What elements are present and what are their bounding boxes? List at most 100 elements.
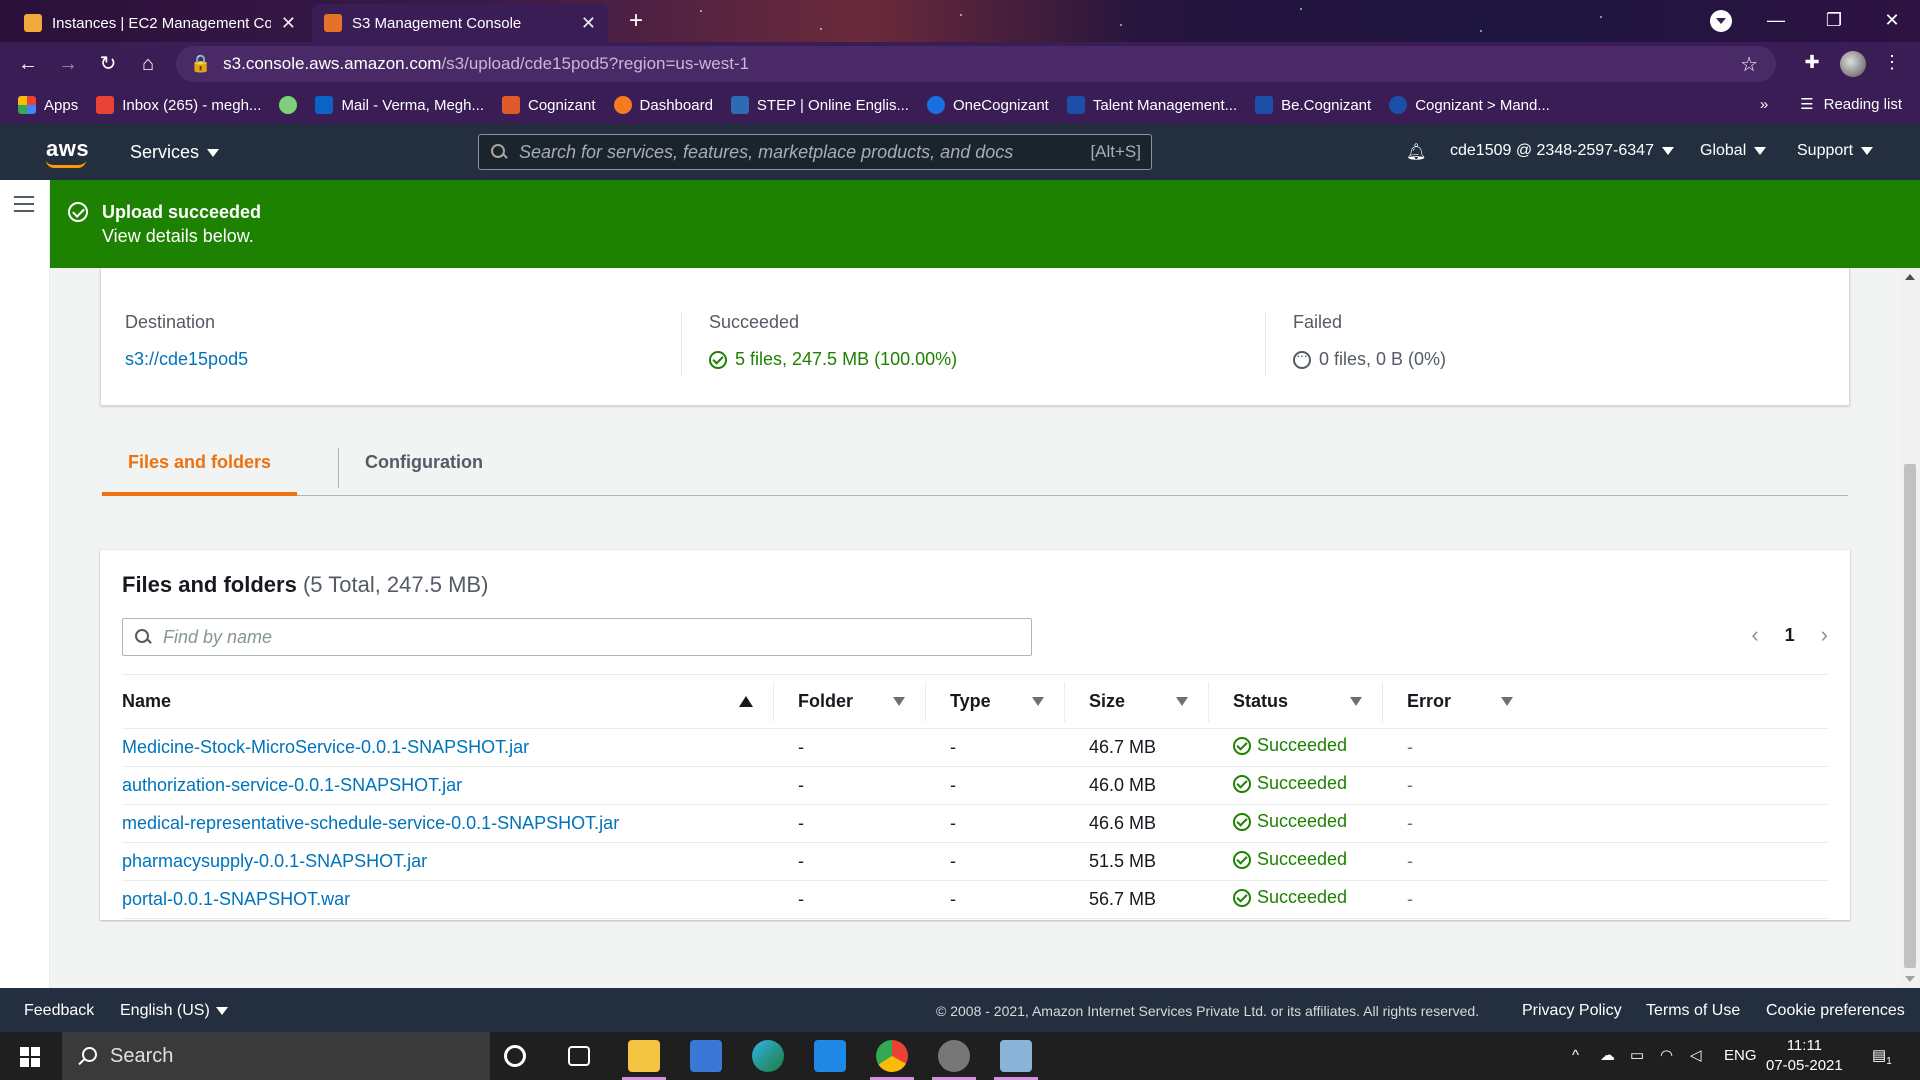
browser-tab-s3[interactable]: S3 Management Console ✕ <box>312 4 608 42</box>
table-row[interactable]: Medicine-Stock-MicroService-0.0.1-SNAPSH… <box>122 728 1828 767</box>
succeeded-column: Succeeded 5 files, 247.5 MB (100.00%) <box>709 312 957 370</box>
file-name-link[interactable]: Medicine-Stock-MicroService-0.0.1-SNAPSH… <box>122 737 529 757</box>
url-field[interactable]: 🔒 s3.console.aws.amazon.com/s3/upload/cd… <box>176 46 1776 82</box>
scroll-down-arrow-icon[interactable] <box>1905 976 1915 982</box>
bookmark-becognizant[interactable]: Be.Cognizant <box>1255 96 1371 114</box>
more-bookmarks-button[interactable]: » <box>1760 96 1768 113</box>
notifications-bell-icon[interactable]: 🔔︎ <box>1406 142 1426 162</box>
privacy-policy-link[interactable]: Privacy Policy <box>1522 1002 1622 1020</box>
reading-list-icon[interactable]: ☰ <box>1800 95 1813 113</box>
hamburger-menu-icon[interactable] <box>14 196 34 217</box>
column-header-folder[interactable]: Folder <box>774 674 926 729</box>
scroll-up-arrow-icon[interactable] <box>1905 274 1915 280</box>
bookmark-apps[interactable]: Apps <box>18 96 78 114</box>
windows-start-icon[interactable] <box>20 1047 40 1067</box>
system-clock[interactable]: 11:11 07-05-2021 <box>1766 1036 1843 1076</box>
cortana-icon[interactable] <box>504 1045 526 1067</box>
table-row[interactable]: portal-0.0.1-SNAPSHOT.war - -56.7 MB Succee… <box>122 880 1828 919</box>
minimize-button[interactable]: — <box>1756 6 1796 34</box>
aws-logo[interactable]: aws <box>46 136 89 168</box>
battery-icon[interactable]: ▭ <box>1630 1032 1644 1080</box>
taskbar-search-box[interactable]: Search <box>62 1032 490 1080</box>
language-selector[interactable]: English (US) <box>120 1002 228 1020</box>
store-icon[interactable] <box>690 1040 722 1072</box>
close-tab-icon[interactable]: ✕ <box>581 13 596 34</box>
mail-icon[interactable] <box>814 1040 846 1072</box>
home-icon[interactable]: ⌂ <box>134 50 162 78</box>
file-name-link[interactable]: portal-0.0.1-SNAPSHOT.war <box>122 889 350 909</box>
browser-tab-ec2[interactable]: Instances | EC2 Management Con ✕ <box>12 4 308 42</box>
back-arrow-icon[interactable]: ← <box>14 50 42 78</box>
chrome-menu-icon[interactable]: ⋮ <box>1880 52 1904 76</box>
bookmark-cognizant[interactable]: Cognizant <box>501 96 596 114</box>
aws-search-input[interactable]: Search for services, features, marketpla… <box>478 134 1152 170</box>
bookmark-mand[interactable]: Cognizant > Mand... <box>1389 96 1550 114</box>
restore-button[interactable]: ❐ <box>1814 6 1854 34</box>
column-header-name[interactable]: Name <box>122 674 774 729</box>
bookmark-step[interactable]: STEP | Online Englis... <box>730 96 909 114</box>
task-view-icon[interactable] <box>568 1046 590 1066</box>
new-tab-button[interactable]: + <box>622 8 650 36</box>
bookmark-talent[interactable]: Talent Management... <box>1066 96 1237 114</box>
volume-icon[interactable]: ◁ <box>1690 1032 1702 1080</box>
close-window-button[interactable]: ✕ <box>1872 6 1912 34</box>
show-hidden-icons-chevron-icon[interactable]: ^ <box>1572 1032 1579 1080</box>
bookmark-outlook[interactable]: Mail - Verma, Megh... <box>315 96 484 114</box>
tab-configuration[interactable]: Configuration <box>339 446 509 496</box>
profile-avatar[interactable] <box>1840 51 1866 77</box>
bookmark-onecognizant[interactable]: OneCognizant <box>926 96 1049 114</box>
next-page-button[interactable]: › <box>1821 622 1828 648</box>
sort-caret-icon[interactable] <box>1501 697 1513 706</box>
terms-of-use-link[interactable]: Terms of Use <box>1646 1002 1740 1020</box>
previous-page-button[interactable]: ‹ <box>1751 622 1758 648</box>
file-name-link[interactable]: medical-representative-schedule-service-… <box>122 813 619 833</box>
tab-files-and-folders[interactable]: Files and folders <box>102 446 298 496</box>
bookmark-dashboard[interactable]: Dashboard <box>613 96 713 114</box>
forward-arrow-icon[interactable]: → <box>54 50 82 78</box>
table-row[interactable]: pharmacysupply-0.0.1-SNAPSHOT.jar - -51.5 … <box>122 842 1828 881</box>
column-label: Folder <box>798 691 854 711</box>
notepad-icon[interactable] <box>1000 1040 1032 1072</box>
column-header-error[interactable]: Error <box>1383 674 1828 729</box>
file-name-link[interactable]: pharmacysupply-0.0.1-SNAPSHOT.jar <box>122 851 427 871</box>
sort-caret-icon[interactable] <box>893 697 905 706</box>
current-page-number[interactable]: 1 <box>1785 625 1795 646</box>
destination-link[interactable]: s3://cde15pod5 <box>125 349 248 370</box>
tab-search-icon[interactable] <box>1710 10 1732 32</box>
services-menu[interactable]: Services <box>130 142 220 163</box>
edge-icon[interactable] <box>752 1040 784 1072</box>
close-tab-icon[interactable]: ✕ <box>281 13 296 34</box>
reload-icon[interactable]: ↻ <box>94 50 122 78</box>
column-header-type[interactable]: Type <box>926 674 1065 729</box>
settings-gear-icon[interactable] <box>938 1040 970 1072</box>
notification-center-icon[interactable]: ▤1 <box>1872 1032 1892 1080</box>
bookmark-gmail[interactable]: Inbox (265) - megh... <box>96 96 261 114</box>
scrollbar-thumb[interactable] <box>1904 464 1916 968</box>
feedback-link[interactable]: Feedback <box>24 1002 94 1020</box>
sort-caret-icon[interactable] <box>1176 697 1188 706</box>
file-name-link[interactable]: authorization-service-0.0.1-SNAPSHOT.jar <box>122 775 462 795</box>
chrome-icon[interactable] <box>876 1040 908 1072</box>
table-row[interactable]: authorization-service-0.0.1-SNAPSHOT.jar… <box>122 766 1828 805</box>
wifi-icon[interactable]: ◠ <box>1660 1032 1673 1080</box>
sort-caret-icon[interactable] <box>1350 697 1362 706</box>
table-row[interactable]: medical-representative-schedule-service-… <box>122 804 1828 843</box>
find-by-name-input[interactable]: Find by name <box>122 618 1032 656</box>
account-menu[interactable]: cde1509 @ 2348-2597-6347 <box>1450 142 1674 160</box>
column-header-size[interactable]: Size <box>1065 674 1209 729</box>
sort-caret-icon[interactable] <box>1032 697 1044 706</box>
file-explorer-icon[interactable] <box>628 1040 660 1072</box>
page-scrollbar[interactable] <box>1900 268 1920 988</box>
reading-list-label[interactable]: Reading list <box>1824 96 1902 113</box>
bookmark-star-icon[interactable]: ☆ <box>1740 52 1758 77</box>
cookie-preferences-link[interactable]: Cookie preferences <box>1766 1002 1905 1020</box>
sort-ascending-icon[interactable] <box>739 696 753 707</box>
bookmark-green[interactable] <box>279 96 298 114</box>
input-language[interactable]: ENG <box>1724 1032 1757 1080</box>
support-menu[interactable]: Support <box>1797 142 1874 160</box>
cell-type: - <box>926 804 1065 843</box>
column-header-status[interactable]: Status <box>1209 674 1383 729</box>
extensions-puzzle-icon[interactable]: ✚ <box>1800 52 1824 76</box>
region-menu[interactable]: Global <box>1700 142 1767 160</box>
onedrive-cloud-icon[interactable]: ☁ <box>1600 1032 1615 1080</box>
